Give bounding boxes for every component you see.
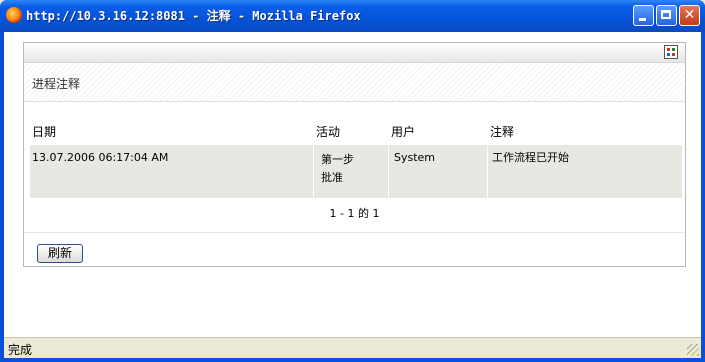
status-text: 完成 [8, 343, 33, 357]
close-icon: ✕ [683, 7, 696, 23]
column-divider [313, 145, 314, 198]
column-header-user: 用户 [391, 125, 416, 139]
minimize-icon [639, 18, 646, 21]
cell-date: 13.07.2006 06:17:04 AM [32, 151, 169, 164]
column-header-date: 日期 [32, 125, 57, 139]
column-header-activity: 活动 [316, 125, 341, 139]
resize-grip-icon[interactable] [687, 344, 699, 356]
refresh-button[interactable]: 刷新 [37, 244, 83, 263]
title-bar[interactable]: http://10.3.16.12:8081 - 注释 - Mozilla Fi… [0, 0, 705, 32]
column-divider [388, 145, 389, 198]
status-bar: 完成 [4, 337, 701, 358]
browser-window: http://10.3.16.12:8081 - 注释 - Mozilla Fi… [0, 0, 705, 362]
grid-view-icon[interactable] [664, 45, 678, 59]
window-title: http://10.3.16.12:8081 - 注释 - Mozilla Fi… [26, 9, 361, 23]
table-row: 13.07.2006 06:17:04 AM 第一步 批准 System 工作流… [30, 145, 682, 198]
firefox-icon[interactable] [6, 7, 22, 23]
maximize-button[interactable] [656, 5, 677, 26]
cell-activity-line1: 第一步 [321, 153, 354, 166]
window-border [0, 358, 705, 362]
panel-header: 进程注释 [24, 63, 685, 102]
comments-panel: 进程注释 日期 活动 用户 注释 13.07.2006 06:17:04 AM … [23, 42, 686, 267]
cell-activity-line2: 批准 [321, 171, 343, 184]
column-header-comment: 注释 [490, 125, 515, 139]
panel-toolbar [24, 43, 685, 63]
cell-user: System [394, 151, 436, 164]
page-content: 进程注释 日期 活动 用户 注释 13.07.2006 06:17:04 AM … [4, 32, 701, 337]
column-divider [487, 145, 488, 198]
minimize-button[interactable] [633, 5, 654, 26]
pagination-text: 1 - 1 的 1 [329, 207, 380, 220]
maximize-icon [661, 10, 671, 19]
close-button[interactable]: ✕ [679, 5, 700, 26]
divider [24, 232, 685, 233]
cell-comment: 工作流程已开始 [492, 151, 569, 164]
panel-title: 进程注释 [32, 77, 81, 91]
